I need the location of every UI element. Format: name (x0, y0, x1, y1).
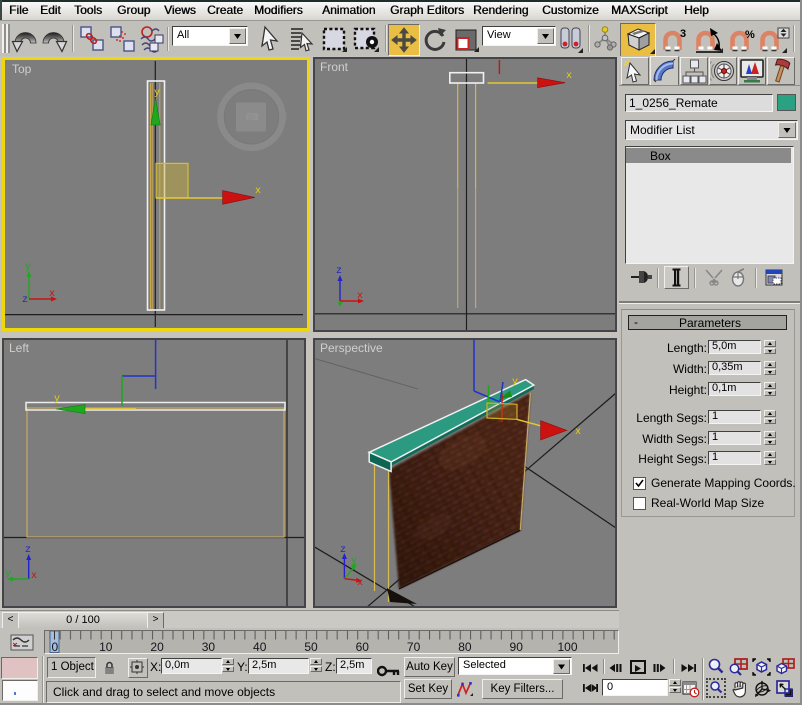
svg-text:x: x (49, 289, 55, 300)
svg-text:x: x (575, 427, 581, 438)
svg-text:90: 90 (510, 640, 524, 653)
svg-text:100: 100 (557, 640, 577, 653)
svg-text:y: y (25, 262, 31, 273)
svg-text:x: x (255, 186, 261, 197)
svg-text:70: 70 (407, 640, 421, 653)
svg-text:x: x (357, 291, 363, 302)
svg-text:y: y (154, 88, 160, 99)
svg-text:y: y (54, 394, 60, 405)
svg-text:x: x (357, 578, 363, 589)
svg-text:y: y (512, 377, 518, 388)
svg-text:0: 0 (51, 640, 58, 653)
svg-text:z: z (340, 545, 346, 556)
svg-text:60: 60 (356, 640, 370, 653)
svg-text:z: z (22, 295, 28, 306)
svg-text:x: x (566, 71, 572, 82)
svg-text:z: z (25, 545, 31, 556)
svg-text:y: y (351, 556, 357, 567)
svg-text:50: 50 (304, 640, 318, 653)
svg-text:30: 30 (202, 640, 216, 653)
svg-text:y: y (5, 569, 11, 580)
svg-text:z: z (336, 266, 342, 277)
svg-text:x: x (31, 571, 37, 582)
svg-text:20: 20 (150, 640, 164, 653)
svg-text:10: 10 (99, 640, 113, 653)
svg-text:40: 40 (253, 640, 267, 653)
svg-text:80: 80 (458, 640, 472, 653)
